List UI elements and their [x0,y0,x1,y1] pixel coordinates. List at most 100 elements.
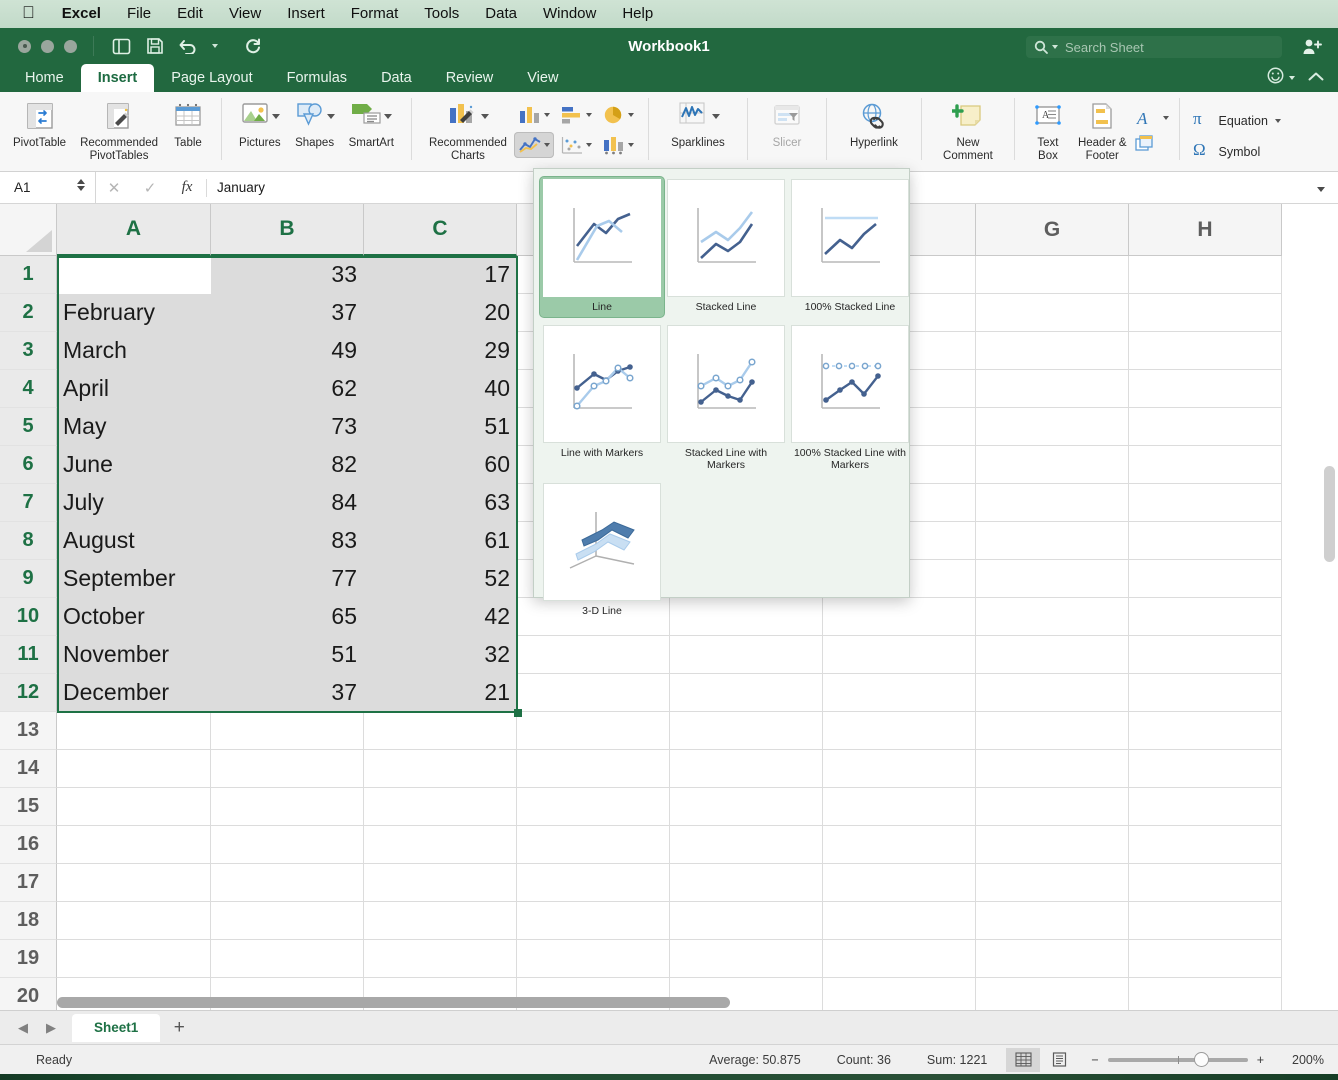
symbol-button[interactable]: Ω Symbol [1190,139,1281,164]
horizontal-scrollbar[interactable] [57,997,730,1008]
cell-F14[interactable] [823,750,976,788]
cell-B19[interactable] [211,940,364,978]
hyperlink-button[interactable]: Hyperlink [837,96,911,153]
cell-A13[interactable] [57,712,211,750]
row-header-4[interactable]: 4 [0,370,57,408]
scatter-chart-caret-icon[interactable] [585,143,592,147]
cell-E14[interactable] [670,750,823,788]
cell-C15[interactable] [364,788,517,826]
recommended-pivottables-button[interactable]: Recommended PivotTables [73,96,165,165]
zoom-in-button[interactable]: + [1257,1053,1264,1067]
tab-page-layout[interactable]: Page Layout [154,64,269,92]
maximize-button[interactable] [64,39,77,53]
cell-E16[interactable] [670,826,823,864]
cell-F12[interactable] [823,674,976,712]
cell-F19[interactable] [823,940,976,978]
cell-G3[interactable] [976,332,1129,370]
confirm-icon[interactable]: ✓ [132,179,168,197]
menu-item-view[interactable]: View [216,0,274,28]
cell-A11[interactable]: November [57,636,211,674]
cell-C11[interactable]: 32 [364,636,517,674]
line-chart-button[interactable] [513,132,554,158]
cell-C4[interactable]: 40 [364,370,517,408]
cell-F18[interactable] [823,902,976,940]
cell-H19[interactable] [1129,940,1282,978]
cell-A1[interactable]: January [57,256,211,294]
zoom-out-button[interactable]: − [1091,1053,1098,1067]
equation-button[interactable]: π Equation [1190,108,1281,133]
cell-D11[interactable] [517,636,670,674]
menu-item-help[interactable]: Help [609,0,666,28]
next-sheet-icon[interactable]: ▶ [38,1020,64,1036]
gallery-item-100-stacked-line-with-markers[interactable]: 100% Stacked Line with Markers [788,323,912,475]
cell-H16[interactable] [1129,826,1282,864]
cell-C3[interactable]: 29 [364,332,517,370]
new-comment-button[interactable]: New Comment [932,96,1004,165]
cell-B12[interactable]: 37 [211,674,364,712]
wordart-caret-icon[interactable] [1162,116,1169,120]
cell-F13[interactable] [823,712,976,750]
cell-A8[interactable]: August [57,522,211,560]
column-header-g[interactable]: G [976,204,1129,256]
cell-B2[interactable]: 37 [211,294,364,332]
menu-item-edit[interactable]: Edit [164,0,216,28]
cell-B18[interactable] [211,902,364,940]
cell-E11[interactable] [670,636,823,674]
cell-H17[interactable] [1129,864,1282,902]
sheet-tab-sheet1[interactable]: Sheet1 [72,1013,161,1042]
cell-G19[interactable] [976,940,1129,978]
pivottable-button[interactable]: PivotTable [6,96,73,153]
minimize-button[interactable] [41,39,54,53]
row-header-19[interactable]: 19 [0,940,57,978]
cell-G8[interactable] [976,522,1129,560]
person-add-icon[interactable] [1302,38,1322,60]
menu-item-file[interactable]: File [114,0,164,28]
column-chart-caret-icon[interactable] [543,113,550,117]
smartart-button[interactable]: SmartArt [342,96,401,153]
cell-G14[interactable] [976,750,1129,788]
pictures-button[interactable]: Pictures [232,96,288,153]
close-button[interactable] [18,39,31,53]
sparklines-caret-icon[interactable] [711,113,720,119]
vertical-scrollbar[interactable] [1324,466,1335,562]
row-header-14[interactable]: 14 [0,750,57,788]
cell-G16[interactable] [976,826,1129,864]
cell-B10[interactable]: 65 [211,598,364,636]
cell-G12[interactable] [976,674,1129,712]
cell-B11[interactable]: 51 [211,636,364,674]
row-header-10[interactable]: 10 [0,598,57,636]
combo-chart-button[interactable] [598,132,638,158]
cell-G13[interactable] [976,712,1129,750]
sidebar-toggle-icon[interactable] [108,33,134,59]
text-box-button[interactable]: A Text Box [1025,96,1071,165]
pie-chart-button[interactable] [598,102,638,128]
pictures-caret-icon[interactable] [271,113,280,119]
slicer-button[interactable]: Slicer [758,96,816,153]
cell-G2[interactable] [976,294,1129,332]
cell-C2[interactable]: 20 [364,294,517,332]
cell-B4[interactable]: 62 [211,370,364,408]
cell-F16[interactable] [823,826,976,864]
row-header-1[interactable]: 1 [0,256,57,294]
row-header-18[interactable]: 18 [0,902,57,940]
pie-chart-caret-icon[interactable] [627,113,634,117]
row-header-17[interactable]: 17 [0,864,57,902]
header-footer-button[interactable]: Header & Footer [1071,96,1134,165]
cell-E15[interactable] [670,788,823,826]
line-chart-caret-icon[interactable] [543,143,550,147]
gallery-item-stacked-line-with-markers[interactable]: Stacked Line with Markers [664,323,788,475]
prev-sheet-icon[interactable]: ◀ [10,1020,36,1036]
cell-C6[interactable]: 60 [364,446,517,484]
cell-G10[interactable] [976,598,1129,636]
cell-D15[interactable] [517,788,670,826]
cell-F15[interactable] [823,788,976,826]
cell-B16[interactable] [211,826,364,864]
cell-H10[interactable] [1129,598,1282,636]
zoom-slider-knob[interactable] [1194,1051,1210,1067]
cell-C19[interactable] [364,940,517,978]
column-header-b[interactable]: B [211,204,364,256]
cell-G1[interactable] [976,256,1129,294]
cell-A14[interactable] [57,750,211,788]
cell-H14[interactable] [1129,750,1282,788]
row-header-3[interactable]: 3 [0,332,57,370]
